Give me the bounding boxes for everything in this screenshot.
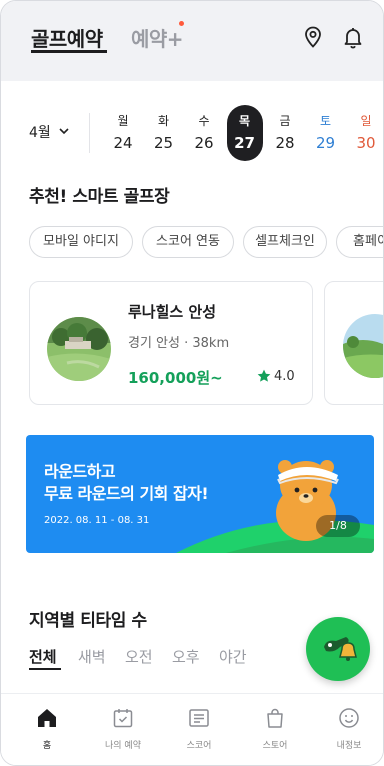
chip-self-checkin[interactable]: 셀프체크인 [243, 226, 327, 258]
banner-page-indicator: 1/8 [316, 515, 360, 537]
new-badge-dot [179, 21, 184, 26]
filter-all[interactable]: 전체 [29, 646, 57, 667]
date-number: 28 [275, 134, 295, 152]
course-card-partial[interactable] [324, 281, 383, 405]
nav-label-store: 스토어 [262, 741, 288, 751]
bell-icon[interactable] [341, 25, 365, 49]
location-pin-icon[interactable] [301, 25, 325, 49]
scorecard-icon [189, 709, 209, 727]
course-rating: 4.0 [274, 369, 295, 384]
golf-bell-icon [324, 637, 357, 661]
date-cell[interactable]: 수 26 [186, 105, 222, 161]
nav-score[interactable]: 스코어 [161, 694, 237, 765]
nav-label-my-booking: 나의 예약 [105, 741, 141, 751]
chip-score-sync[interactable]: 스코어 연동 [142, 226, 234, 258]
date-number: 27 [234, 134, 255, 152]
filter-morning[interactable]: 오전 [125, 646, 153, 667]
tab-booking-plus[interactable]: 예약+ [131, 23, 184, 52]
date-weekday: 수 [198, 114, 210, 128]
date-weekday: 일 [360, 114, 372, 128]
date-divider [89, 113, 90, 153]
banner-date: 2022. 08. 11 - 08. 31 [44, 515, 150, 526]
banner-line1: 라운드하고 [44, 462, 116, 481]
date-cell[interactable]: 일 30 [348, 105, 383, 161]
date-number: 25 [153, 134, 174, 152]
date-cell[interactable]: 화 25 [146, 105, 182, 161]
region-section-title: 지역별 티타임 수 [29, 611, 147, 631]
chip-homepage[interactable]: 홈페이 [336, 226, 383, 258]
banner-headline: 라운드하고 무료 라운드의 기회 잡자! [44, 461, 209, 505]
shopping-bag-icon [267, 708, 283, 728]
course-photo [47, 317, 111, 381]
app-frame: 골프예약 예약+ 4월 월 24 화 25 수 26 목 27 금 28 토 29 일 30 추천! 스마… [0, 0, 384, 766]
nav-label-home: 홈 [42, 741, 52, 751]
golf-mascot-fab[interactable] [306, 617, 370, 681]
date-weekday: 토 [319, 114, 332, 128]
nav-label-score: 스코어 [186, 741, 212, 751]
date-weekday: 월 [117, 114, 129, 128]
date-cell[interactable]: 토 29 [308, 105, 344, 161]
nav-home[interactable]: 홈 [9, 694, 85, 765]
star-icon [257, 369, 271, 382]
active-tab-underline [31, 50, 107, 53]
tab-golf-booking[interactable]: 골프예약 [31, 23, 103, 52]
promo-banner[interactable]: 라운드하고 무료 라운드의 기회 잡자! 2022. 08. 11 - 08. … [26, 435, 374, 553]
nav-my-booking[interactable]: 나의 예약 [85, 694, 161, 765]
date-number: 26 [194, 134, 214, 152]
home-icon [38, 709, 56, 727]
filter-dawn[interactable]: 새벽 [78, 646, 106, 667]
date-number: 29 [315, 134, 336, 152]
filter-afternoon[interactable]: 오후 [172, 646, 200, 667]
recommend-section-title: 추천! 스마트 골프장 [29, 187, 170, 207]
smiley-face-icon [339, 708, 359, 728]
nav-my-info[interactable]: 내정보 [311, 694, 383, 765]
date-weekday: 화 [157, 114, 170, 128]
nav-label-my-info: 내정보 [336, 741, 362, 751]
date-weekday: 목 [238, 114, 251, 128]
course-name: 루나힐스 안성 [128, 303, 217, 321]
bottom-navigation: 홈 나의 예약 스코어 스토어 내정보 [1, 693, 383, 765]
course-photo [343, 314, 383, 378]
chip-mobile-yardage[interactable]: 모바일 야디지 [29, 226, 133, 258]
nav-store[interactable]: 스토어 [237, 694, 313, 765]
chevron-down-icon[interactable] [58, 125, 70, 137]
date-weekday: 금 [279, 114, 291, 128]
course-card[interactable]: 루나힐스 안성 경기 안성 · 38km 160,000원~ 4.0 [29, 281, 313, 405]
banner-line2: 무료 라운드의 기회 잡자! [44, 484, 209, 503]
course-location: 경기 안성 · 38km [128, 336, 230, 351]
date-number: 24 [113, 134, 133, 152]
date-cell[interactable]: 월 24 [105, 105, 141, 161]
course-price: 160,000원~ [128, 369, 223, 387]
filter-night[interactable]: 야간 [219, 646, 247, 667]
date-cell[interactable]: 금 28 [267, 105, 303, 161]
date-number: 30 [356, 134, 376, 152]
date-cell[interactable]: 목 27 [226, 105, 263, 161]
month-selector[interactable]: 4월 [29, 122, 51, 142]
top-header: 골프예약 예약+ [1, 1, 383, 81]
calendar-check-icon [113, 709, 133, 728]
active-filter-underline [29, 668, 61, 670]
